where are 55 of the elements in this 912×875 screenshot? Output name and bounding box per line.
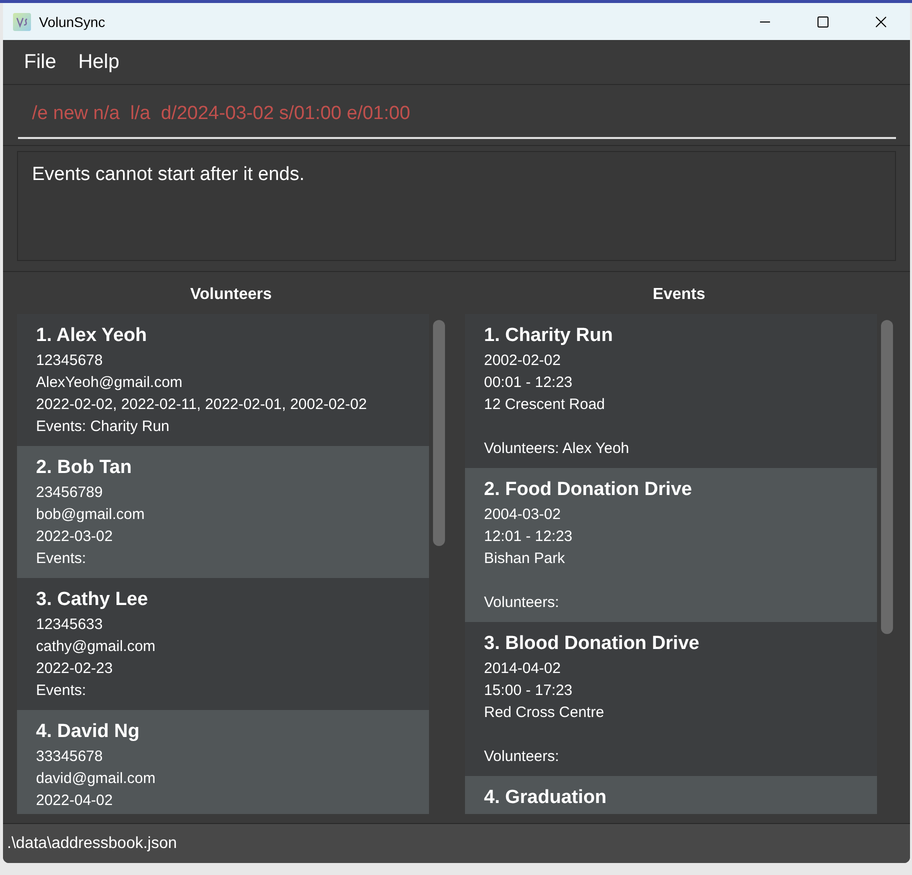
list-card[interactable]: 2. Food Donation Drive 2004-03-02 12:01 - 12:23 Bishan Park Volunteers: <box>465 468 877 622</box>
result-message: Events cannot start after it ends. <box>17 151 896 261</box>
scrollbar-thumb[interactable] <box>881 320 893 634</box>
location-text: 12 Crescent Road <box>484 395 605 415</box>
panel-title: Volunteers <box>190 285 272 305</box>
dates-text: 2022-03-02 <box>36 527 113 547</box>
file-path-text: .\data\addressbook.json <box>7 834 177 852</box>
email-text: david@gmail.com <box>36 769 156 789</box>
events-text: Events: Charity Run <box>36 417 170 437</box>
list-card[interactable]: 1. Alex Yeoh 12345678 AlexYeoh@gmail.com 2022-02-02, 2022-02-11, 2022-02-01, 2002-02-02 Events: Charity Run <box>17 314 429 446</box>
window-title: VolunSync <box>39 14 106 30</box>
time-text: 15:00 - 17:23 <box>484 681 572 701</box>
card-title: 4. David Ng <box>36 720 140 744</box>
maximize-icon <box>817 16 829 28</box>
dates-text: 2022-02-23 <box>36 659 113 679</box>
time-text: 12:01 - 12:23 <box>484 527 572 547</box>
volunteers-text: Volunteers: <box>484 747 560 767</box>
date-text: 2002-02-02 <box>484 351 561 371</box>
location-text: Red Cross Centre <box>484 703 604 723</box>
card-title: 1. Charity Run <box>484 324 613 348</box>
app-logo-icon <box>13 12 31 30</box>
menu-item[interactable]: File <box>15 46 66 78</box>
events-text: Events: <box>36 681 86 701</box>
events-text: Events: <box>36 549 86 569</box>
volunteers-text: Volunteers: Alex Yeoh <box>484 439 630 459</box>
card-title: 4. Graduation <box>484 786 606 810</box>
card-title: 3. Cathy Lee <box>36 588 148 612</box>
card-title: 2. Food Donation Drive <box>484 478 692 502</box>
time-text: 00:01 - 12:23 <box>484 373 572 393</box>
phone-text: 12345633 <box>36 615 103 635</box>
date-text: 2004-03-02 <box>484 505 561 525</box>
phone-text: 12345678 <box>36 351 103 371</box>
card-title: 2. Bob Tan <box>36 456 132 480</box>
menu-item[interactable]: Help <box>69 46 128 78</box>
volunteers-text: Volunteers: <box>484 593 560 613</box>
dates-text: 2022-04-02 <box>36 791 113 811</box>
list-card[interactable]: 4. David Ng 33345678 david@gmail.com 2022-04-02 <box>17 710 429 814</box>
panel-title: Events <box>652 285 706 305</box>
list-card[interactable]: 4. Graduation <box>465 776 877 814</box>
phone-text: 33345678 <box>36 747 103 767</box>
list-card[interactable]: 2. Bob Tan 23456789 bob@gmail.com 2022-03-02 Events: <box>17 446 429 578</box>
card-title: 3. Blood Donation Drive <box>484 632 700 656</box>
email-text: bob@gmail.com <box>36 505 145 525</box>
card-title: 1. Alex Yeoh <box>36 324 147 348</box>
date-text: 2014-04-02 <box>484 659 561 679</box>
list-card[interactable]: 3. Blood Donation Drive 2014-04-02 15:00 - 17:23 Red Cross Centre Volunteers: <box>465 622 877 776</box>
location-text: Bishan Park <box>484 549 565 569</box>
list-card[interactable]: 1. Charity Run 2002-02-02 00:01 - 12:23 12 Crescent Road Volunteers: Alex Yeoh <box>465 314 877 468</box>
close-icon <box>875 16 887 28</box>
phone-text: 23456789 <box>36 483 103 503</box>
email-text: AlexYeoh@gmail.com <box>36 373 182 393</box>
list-card[interactable]: 3. Cathy Lee 12345633 cathy@gmail.com 2022-02-23 Events: <box>17 578 429 710</box>
dates-text: 2022-02-02, 2022-02-11, 2022-02-01, 2002-02-02 <box>36 395 367 415</box>
email-text: cathy@gmail.com <box>36 637 156 657</box>
scrollbar-thumb[interactable] <box>433 320 445 546</box>
